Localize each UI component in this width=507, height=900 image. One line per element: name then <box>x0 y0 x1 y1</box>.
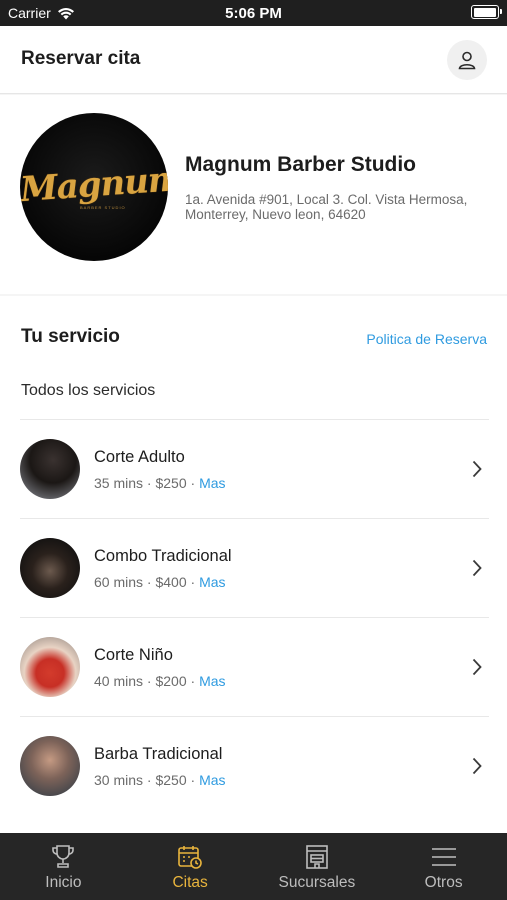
service-item[interactable]: Barba Tradicional 30 mins · $250 · Mas <box>20 716 489 815</box>
service-price: $200 <box>155 673 187 689</box>
chevron-right-icon <box>472 460 482 478</box>
chevron-right-icon <box>472 559 482 577</box>
tab-label: Inicio <box>45 874 82 891</box>
service-name: Corte Adulto <box>94 448 185 466</box>
service-more-link[interactable]: Mas <box>199 673 225 689</box>
service-meta: 60 mins · $400 · Mas <box>94 574 226 590</box>
service-more-link[interactable]: Mas <box>199 475 225 491</box>
shop-logo-subtext: BARBER STUDIO <box>80 205 126 210</box>
service-price: $250 <box>155 475 187 491</box>
booking-policy-link[interactable]: Politica de Reserva <box>366 331 487 347</box>
service-thumbnail <box>20 538 80 598</box>
chevron-right-icon <box>472 658 482 676</box>
service-duration: 60 mins <box>94 574 144 590</box>
service-meta: 35 mins · $250 · Mas <box>94 475 226 491</box>
service-list: Corte Adulto 35 mins · $250 · Mas Combo … <box>0 419 507 815</box>
trophy-icon <box>52 845 75 868</box>
service-price: $250 <box>155 772 187 788</box>
service-name: Corte Niño <box>94 646 173 664</box>
tab-label: Sucursales <box>278 874 356 891</box>
section-title: Tu servicio <box>21 326 120 347</box>
status-time: 5:06 PM <box>225 5 282 22</box>
status-bar: Carrier 5:06 PM <box>0 0 507 26</box>
service-thumbnail <box>20 637 80 697</box>
service-thumbnail <box>20 736 80 796</box>
service-duration: 30 mins <box>94 772 144 788</box>
tab-citas[interactable]: Citas <box>127 833 254 900</box>
user-icon <box>458 51 476 70</box>
store-icon <box>306 845 328 869</box>
service-item[interactable]: Corte Adulto 35 mins · $250 · Mas <box>20 419 489 518</box>
service-duration: 35 mins <box>94 475 144 491</box>
tab-label: Citas <box>172 874 208 891</box>
services-section: Tu servicio Politica de Reserva Todos lo… <box>0 296 507 834</box>
page-title: Reservar cita <box>21 48 141 69</box>
menu-icon <box>431 848 456 866</box>
chevron-right-icon <box>472 757 482 775</box>
service-more-link[interactable]: Mas <box>199 574 225 590</box>
service-meta: 40 mins · $200 · Mas <box>94 673 226 689</box>
tab-sucursales[interactable]: Sucursales <box>254 833 381 900</box>
shop-card: Magnum BARBER STUDIO Magnum Barber Studi… <box>0 95 507 294</box>
tab-label: Otros <box>424 874 463 891</box>
service-meta: 30 mins · $250 · Mas <box>94 772 226 788</box>
service-duration: 40 mins <box>94 673 144 689</box>
calendar-icon <box>178 846 202 869</box>
shop-address: 1a. Avenida #901, Local 3. Col. Vista He… <box>185 192 468 222</box>
service-more-link[interactable]: Mas <box>199 772 225 788</box>
service-item[interactable]: Combo Tradicional 60 mins · $400 · Mas <box>20 518 489 617</box>
service-item[interactable]: Corte Niño 40 mins · $200 · Mas <box>20 617 489 716</box>
battery-icon <box>471 5 502 19</box>
tab-inicio[interactable]: Inicio <box>0 833 127 900</box>
all-services-heading: Todos los servicios <box>21 382 156 399</box>
header: Reservar cita <box>0 26 507 94</box>
profile-button[interactable] <box>447 40 487 80</box>
tab-otros[interactable]: Otros <box>380 833 507 900</box>
service-price: $400 <box>155 574 187 590</box>
service-name: Combo Tradicional <box>94 547 232 565</box>
shop-name: Magnum Barber Studio <box>185 153 417 176</box>
shop-logo-text: Magnum <box>20 158 168 211</box>
service-thumbnail <box>20 439 80 499</box>
shop-logo: Magnum BARBER STUDIO <box>20 113 168 261</box>
tab-bar: Inicio Citas Sucursales Otros <box>0 833 507 900</box>
service-name: Barba Tradicional <box>94 745 223 763</box>
